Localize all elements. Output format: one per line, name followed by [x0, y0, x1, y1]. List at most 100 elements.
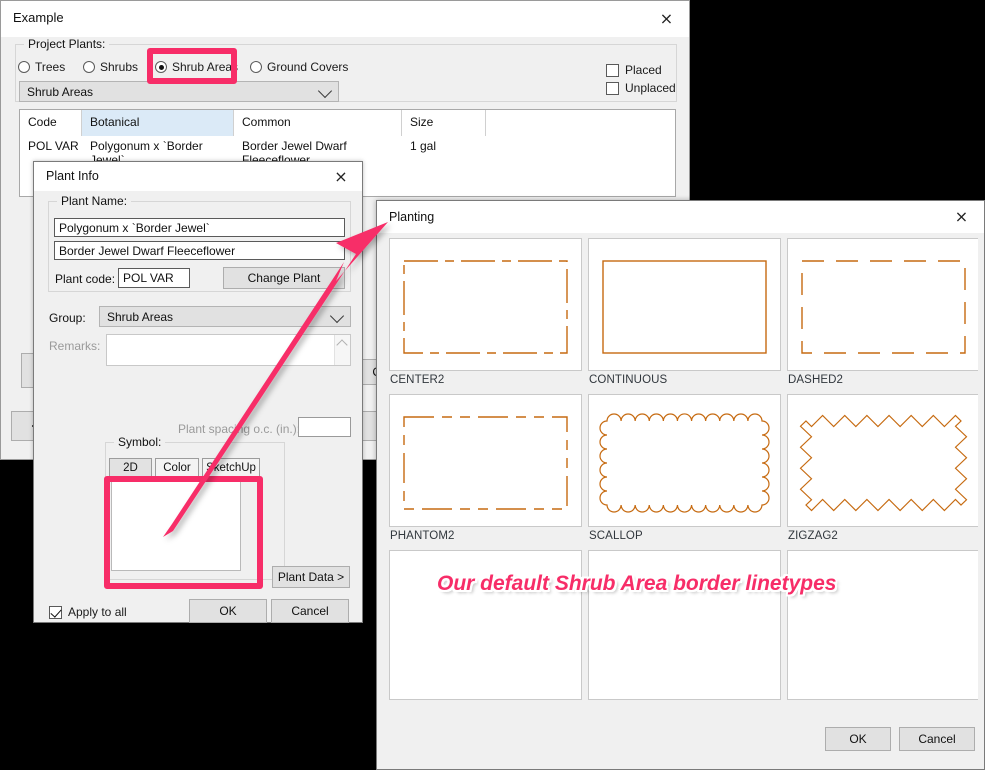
radio-label-ground-covers: Ground Covers	[267, 60, 349, 74]
linetype-name-continuous: CONTINUOUS	[589, 374, 668, 386]
plant-group-combobox[interactable]: Shrub Areas	[19, 81, 339, 102]
linetype-tile-phantom2[interactable]: PHANTOM2	[389, 394, 582, 542]
linetype-name-blank-1	[389, 700, 582, 703]
linetype-swatch-phantom2	[389, 394, 582, 527]
plant-data-button[interactable]: Plant Data >	[272, 566, 350, 588]
plant-grid-header: Code Botanical Common Size	[20, 110, 675, 136]
column-header-botanical[interactable]: Botanical	[82, 110, 234, 136]
cell-common: Border Jewel Dwarf Fleeceflower	[242, 139, 347, 167]
checkbox-box-icon	[49, 605, 62, 619]
column-header-extra[interactable]	[486, 110, 675, 136]
checkbox-box-icon	[606, 63, 619, 77]
center2-preview-icon	[403, 260, 568, 354]
plant-group-combobox-value: Shrub Areas	[27, 84, 94, 99]
plant-code-label: Plant code:	[55, 272, 116, 286]
common-name-field[interactable]: Border Jewel Dwarf Fleeceflower	[54, 241, 345, 260]
linetype-tile-blank-1[interactable]	[389, 550, 582, 703]
close-icon[interactable]: ×	[939, 201, 984, 232]
checkbox-apply-to-all[interactable]: Apply to all	[49, 605, 127, 619]
botanical-name-field[interactable]: Polygonum x `Border Jewel`	[54, 218, 345, 237]
remarks-textarea[interactable]	[106, 334, 351, 366]
group-combobox[interactable]: Shrub Areas	[99, 306, 351, 327]
change-plant-button[interactable]: Change Plant	[223, 267, 345, 289]
linetype-name-blank-2	[588, 700, 781, 703]
chevron-down-icon	[317, 83, 333, 98]
tab-2d[interactable]: 2D	[109, 458, 152, 477]
cell-size: 1 gal	[410, 139, 437, 153]
example-titlebar: Example ×	[1, 1, 689, 37]
close-icon[interactable]: ×	[644, 1, 689, 35]
linetype-name-center2: CENTER2	[390, 374, 445, 386]
linetype-swatch-continuous	[588, 238, 781, 371]
table-row[interactable]: POL VAR Polygonum x `Border Jewel` Borde…	[20, 136, 675, 167]
scallop-preview-icon	[599, 413, 770, 513]
radio-dot-icon	[155, 61, 167, 73]
linetype-name-scallop: SCALLOP	[589, 530, 643, 542]
chevron-down-icon	[329, 308, 345, 323]
checkbox-box-icon	[606, 81, 619, 95]
radio-dot-icon	[83, 61, 95, 73]
radio-shrub-areas[interactable]: Shrub Areas	[155, 60, 238, 74]
checkbox-label-unplaced: Unplaced	[625, 81, 676, 95]
linetype-swatch-center2	[389, 238, 582, 371]
remarks-scrollbar[interactable]	[334, 335, 350, 365]
linetype-swatch-blank-3	[787, 550, 978, 700]
plant-code-field[interactable]: POL VAR	[118, 268, 190, 288]
linetype-name-phantom2: PHANTOM2	[390, 530, 455, 542]
linetype-tile-blank-2[interactable]	[588, 550, 781, 703]
plant-spacing-field[interactable]	[298, 417, 351, 437]
radio-label-trees: Trees	[35, 60, 66, 74]
linetype-tile-continuous[interactable]: CONTINUOUS	[588, 238, 781, 386]
planting-dialog-title: Planting	[389, 210, 435, 224]
radio-shrubs[interactable]: Shrubs	[83, 60, 138, 74]
plant-info-dialog-title: Plant Info	[46, 169, 99, 183]
radio-label-shrubs: Shrubs	[100, 60, 139, 74]
column-header-common[interactable]: Common	[234, 110, 402, 136]
linetype-tile-area: CENTER2 CONTINUOUS DASHED2 PHANTOM2 SCAL…	[383, 234, 978, 723]
close-icon[interactable]: ×	[320, 162, 362, 191]
linetype-tile-zigzag2[interactable]: ZIGZAG2	[787, 394, 978, 542]
cell-extra	[486, 136, 675, 158]
cell-botanical: Polygonum x `Border Jewel`	[90, 139, 203, 167]
continuous-preview-icon	[602, 260, 767, 354]
planting-ok-button[interactable]: OK	[825, 727, 891, 751]
checkbox-unplaced[interactable]: Unplaced	[606, 81, 676, 95]
plant-info-dialog: Plant Info × Plant Name: Polygonum x `Bo…	[33, 161, 363, 623]
linetype-swatch-blank-1	[389, 550, 582, 700]
linetype-name-blank-3	[787, 700, 978, 703]
tab-sketchup[interactable]: SketchUp	[202, 458, 260, 477]
radio-dot-icon	[250, 61, 262, 73]
tab-color[interactable]: Color	[155, 458, 199, 477]
plant-name-legend: Plant Name:	[57, 194, 132, 208]
linetype-tile-blank-3[interactable]	[787, 550, 978, 703]
checkbox-label-apply-to-all: Apply to all	[68, 605, 127, 619]
checkbox-placed[interactable]: Placed	[606, 63, 662, 77]
plant-info-cancel-button[interactable]: Cancel	[271, 599, 349, 623]
linetype-tile-scallop[interactable]: SCALLOP	[588, 394, 781, 542]
radio-ground-covers[interactable]: Ground Covers	[250, 60, 348, 74]
cell-code: POL VAR	[28, 139, 79, 153]
linetype-swatch-zigzag2	[787, 394, 978, 527]
linetype-tile-dashed2[interactable]: DASHED2	[787, 238, 978, 386]
chevron-up-icon[interactable]	[336, 339, 348, 351]
column-header-code[interactable]: Code	[20, 110, 82, 136]
symbol-legend: Symbol:	[114, 435, 166, 449]
group-combobox-value: Shrub Areas	[107, 309, 174, 324]
phantom2-preview-icon	[403, 416, 568, 510]
planting-titlebar: Planting ×	[377, 201, 984, 233]
planting-cancel-button[interactable]: Cancel	[899, 727, 975, 751]
plant-spacing-label: Plant spacing o.c. (in.):	[178, 422, 301, 436]
symbol-preview[interactable]	[111, 478, 241, 571]
linetype-swatch-scallop	[588, 394, 781, 527]
linetype-tile-center2[interactable]: CENTER2	[389, 238, 582, 386]
group-label: Group:	[49, 311, 86, 325]
dashed2-preview-icon	[801, 260, 966, 354]
radio-trees[interactable]: Trees	[18, 60, 65, 74]
linetype-name-zigzag2: ZIGZAG2	[788, 530, 838, 542]
column-header-size[interactable]: Size	[402, 110, 486, 136]
linetype-swatch-blank-2	[588, 550, 781, 700]
example-window-title: Example	[13, 10, 64, 25]
plant-info-ok-button[interactable]: OK	[189, 599, 267, 623]
planting-dialog: Planting × CENTER2 CONTINUOUS DASHED2 PH…	[376, 200, 985, 770]
linetype-swatch-dashed2	[787, 238, 978, 371]
